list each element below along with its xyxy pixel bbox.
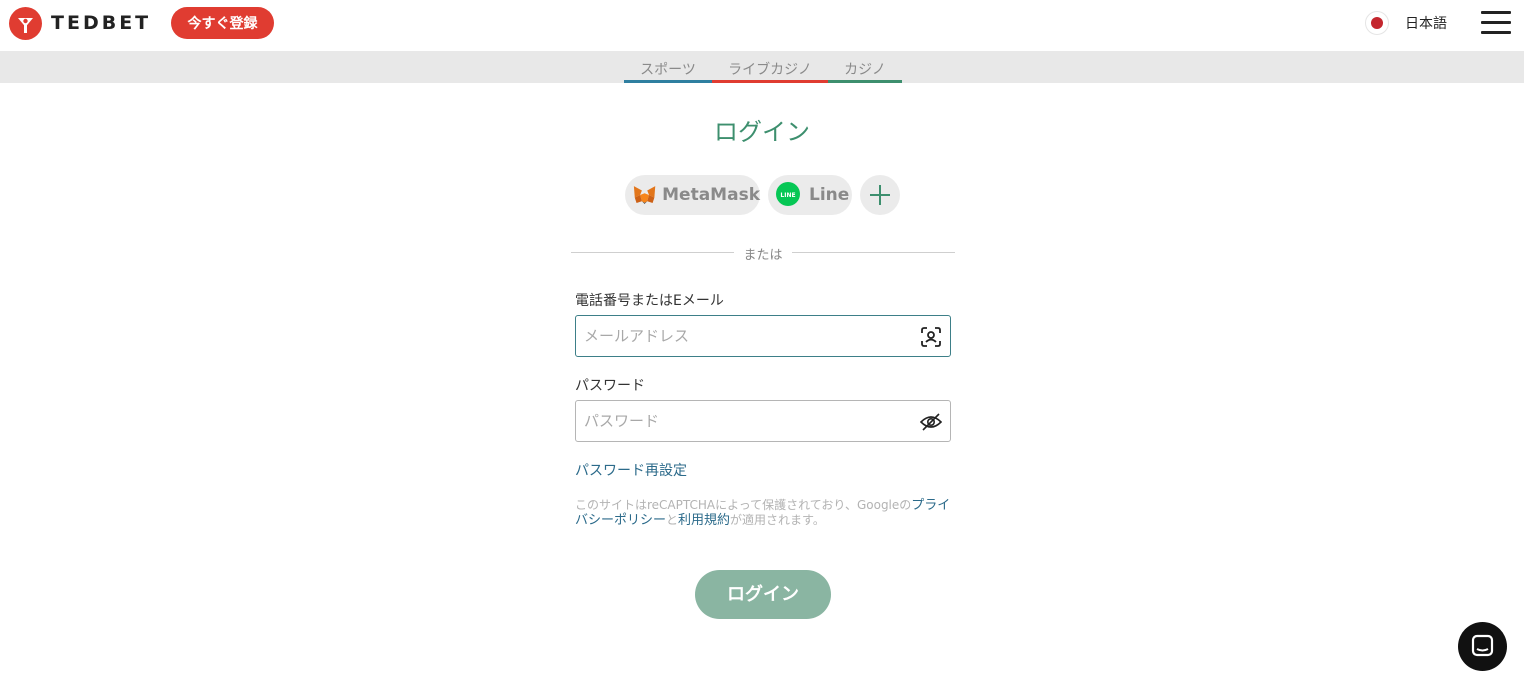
- face-scan-icon[interactable]: [920, 326, 942, 348]
- hamburger-menu-icon[interactable]: [1481, 11, 1511, 35]
- tab-indicator: [828, 80, 902, 83]
- metamask-login-button[interactable]: MetaMask: [625, 175, 760, 215]
- logo[interactable]: TEDBET: [9, 6, 152, 40]
- language-selector[interactable]: 日本語: [1365, 10, 1447, 36]
- login-submit-button[interactable]: ログイン: [695, 570, 831, 619]
- recaptcha-suffix: が適用されます。: [730, 513, 825, 527]
- signup-button[interactable]: 今すぐ登録: [171, 7, 274, 39]
- line-label: Line: [809, 185, 850, 205]
- svg-text:LINE: LINE: [780, 192, 795, 199]
- tedbet-logo-icon: [9, 6, 42, 40]
- page-title: ログイン: [714, 118, 810, 146]
- logo-text: TEDBET: [51, 12, 152, 34]
- tab-sports[interactable]: スポーツ: [624, 51, 712, 83]
- tab-live-casino[interactable]: ライブカジノ: [712, 51, 828, 83]
- tab-indicator: [712, 80, 828, 83]
- email-field-wrapper: [575, 315, 951, 357]
- category-nav: スポーツ ライブカジノ カジノ: [0, 51, 1524, 83]
- line-icon: LINE: [776, 182, 800, 206]
- tab-label: ライブカジノ: [728, 62, 812, 78]
- email-label: 電話番号またはEメール: [575, 293, 724, 309]
- more-login-options-button[interactable]: [860, 175, 900, 215]
- email-field[interactable]: [584, 316, 914, 356]
- tab-casino[interactable]: カジノ: [828, 51, 902, 83]
- eye-off-icon[interactable]: [920, 411, 942, 433]
- divider-left: [571, 252, 734, 253]
- metamask-fox-icon: [633, 186, 656, 204]
- tab-label: スポーツ: [640, 62, 696, 78]
- chat-bubble-icon: [1471, 634, 1494, 657]
- plus-icon: [870, 185, 890, 205]
- tab-label: カジノ: [844, 62, 886, 78]
- language-label: 日本語: [1405, 16, 1447, 32]
- divider-right: [792, 252, 955, 253]
- recaptcha-prefix: このサイトはreCAPTCHAによって保護されており、Googleの: [575, 498, 912, 512]
- password-field[interactable]: [584, 401, 914, 441]
- metamask-label: MetaMask: [662, 185, 760, 205]
- password-label: パスワード: [575, 378, 645, 394]
- password-field-wrapper: [575, 400, 951, 442]
- japan-flag-icon: [1365, 11, 1389, 35]
- divider-text: または: [743, 248, 783, 263]
- recaptcha-notice: このサイトはreCAPTCHAによって保護されており、Googleのプライバシー…: [575, 498, 951, 528]
- recaptcha-and: と: [666, 513, 679, 527]
- terms-link[interactable]: 利用規約: [678, 513, 730, 528]
- tab-indicator: [624, 80, 712, 83]
- line-login-button[interactable]: LINE Line: [768, 175, 852, 215]
- header: TEDBET 今すぐ登録 日本語: [0, 0, 1524, 51]
- forgot-password-link[interactable]: パスワード再設定: [575, 460, 687, 480]
- chat-launcher-button[interactable]: [1458, 622, 1507, 671]
